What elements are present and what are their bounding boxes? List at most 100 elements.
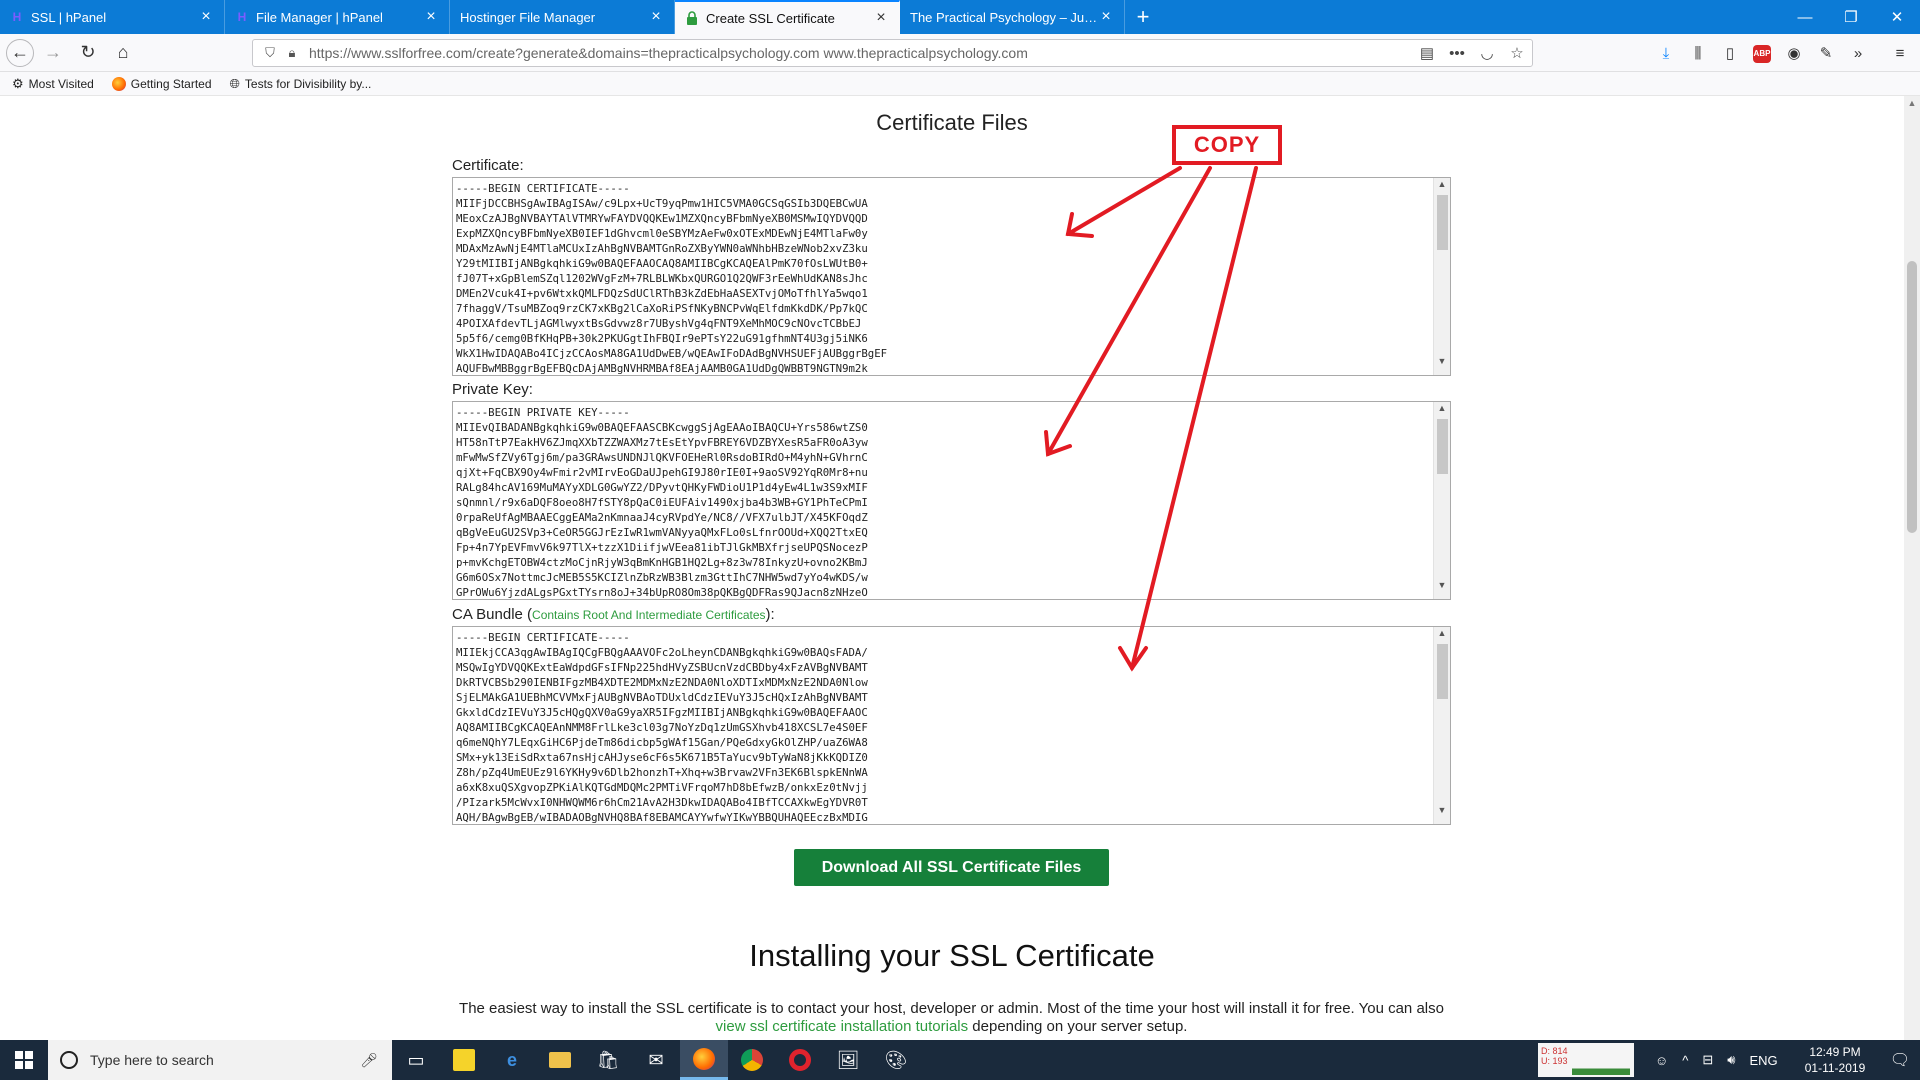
scroll-down-icon[interactable]: ▼ (1434, 580, 1450, 590)
tutorials-link[interactable]: view ssl certificate installation tutori… (716, 1018, 969, 1035)
tab-title: Hostinger File Manager (460, 9, 596, 25)
language-indicator[interactable]: ENG (1750, 1053, 1778, 1068)
textarea-scrollbar[interactable]: ▲ ▼ (1433, 627, 1450, 824)
search-placeholder: Type here to search (90, 1052, 214, 1068)
tab-file-manager-hpanel[interactable]: H File Manager | hPanel × (225, 0, 450, 34)
bookmark-tests-divisibility[interactable]: 🌐︎ Tests for Divisibility by... (230, 76, 372, 92)
reader-view-icon[interactable]: ▤ (1412, 44, 1442, 62)
close-icon[interactable]: × (423, 8, 439, 26)
window-controls: — ❐ ✕ (1782, 0, 1920, 34)
scrollbar-thumb[interactable] (1907, 261, 1917, 533)
sticky-notes-icon[interactable] (440, 1040, 488, 1080)
eyedropper-icon[interactable]: ✎ (1810, 44, 1842, 62)
network-meter: D: 814 U: 193 (1538, 1043, 1634, 1077)
private-key-text[interactable]: -----BEGIN PRIVATE KEY----- MIIEvQIBADAN… (453, 402, 1433, 599)
microphone-icon[interactable]: 🎤︎ (360, 1052, 378, 1069)
ca-bundle-textarea[interactable]: -----BEGIN CERTIFICATE----- MIIEkjCCA3qg… (452, 626, 1451, 825)
volume-icon[interactable]: 🔊︎ (1727, 1052, 1735, 1068)
tab-title: File Manager | hPanel (256, 9, 383, 25)
ca-bundle-text[interactable]: -----BEGIN CERTIFICATE----- MIIEkjCCA3qg… (453, 627, 1433, 824)
certificate-label: Certificate: (452, 157, 524, 174)
close-window-button[interactable]: ✕ (1874, 0, 1920, 34)
scroll-up-icon[interactable]: ▲ (1434, 179, 1450, 189)
scroll-up-icon[interactable]: ▲ (1904, 98, 1920, 108)
file-explorer-icon[interactable] (536, 1040, 584, 1080)
chrome-icon[interactable] (728, 1040, 776, 1080)
adblock-icon[interactable]: ABP (1746, 43, 1778, 63)
home-button[interactable]: ⌂ (107, 38, 139, 68)
tab-practical-psychology[interactable]: The Practical Psychology – Just and × (900, 0, 1125, 34)
firefox-taskbar-icon[interactable] (680, 1040, 728, 1080)
sidebar-icon[interactable]: ▯ (1714, 44, 1746, 62)
download-all-button[interactable]: Download All SSL Certificate Files (794, 849, 1109, 886)
lock-icon (685, 11, 699, 25)
page-content: Certificate Files Certificate: -----BEGI… (0, 96, 1904, 1040)
tab-title: SSL | hPanel (31, 9, 107, 25)
restore-button[interactable]: ❐ (1828, 0, 1874, 34)
copy-annotation: COPY (1172, 125, 1282, 165)
tab-hostinger-file-manager[interactable]: Hostinger File Manager × (450, 0, 675, 34)
shield-icon[interactable]: ⛉ (259, 45, 281, 61)
people-icon[interactable]: ☺ (1655, 1053, 1668, 1068)
url-bar[interactable]: ⛉ 🔒︎ https://www.sslforfree.com/create?g… (252, 39, 1533, 67)
minimize-button[interactable]: — (1782, 0, 1828, 34)
scroll-down-icon[interactable]: ▼ (1434, 805, 1450, 815)
page-scrollbar[interactable]: ▲ (1904, 96, 1920, 1040)
private-key-textarea[interactable]: -----BEGIN PRIVATE KEY----- MIIEvQIBADAN… (452, 401, 1451, 600)
toolbar-right: ⤓ ⫼ ▯ ABP ◉ ✎ » ≡ (1650, 34, 1916, 72)
download-icon[interactable]: ⤓ (1650, 45, 1682, 62)
chevron-up-icon[interactable]: ^ (1682, 1053, 1688, 1068)
mail-icon[interactable]: ✉ (632, 1040, 680, 1080)
pocket-icon[interactable]: ◡ (1472, 44, 1502, 62)
edge-icon[interactable]: e (488, 1040, 536, 1080)
clock-time: 12:49 PM (1809, 1045, 1861, 1059)
url-text[interactable]: https://www.sslforfree.com/create?genera… (303, 45, 1412, 61)
bookmark-most-visited[interactable]: ⚙ Most Visited (12, 76, 94, 92)
menu-icon[interactable]: ≡ (1884, 45, 1916, 62)
ca-bundle-label-end: ): (765, 606, 775, 623)
reload-button[interactable]: ↻ (72, 38, 104, 68)
paint-icon[interactable]: 🎨︎ (872, 1040, 920, 1080)
certificate-textarea[interactable]: -----BEGIN CERTIFICATE----- MIIFjDCCBHSg… (452, 177, 1451, 376)
close-icon[interactable]: × (1098, 8, 1114, 26)
bookmark-label: Getting Started (130, 76, 212, 91)
bookmark-label: Most Visited (28, 76, 94, 91)
taskbar-search[interactable]: Type here to search 🎤︎ (48, 1040, 392, 1080)
scroll-down-icon[interactable]: ▼ (1434, 356, 1450, 366)
bookmark-getting-started[interactable]: Getting Started (111, 76, 212, 91)
store-icon[interactable]: 🛍︎ (584, 1040, 632, 1080)
ca-bundle-note: Contains Root And Intermediate Certifica… (532, 608, 766, 622)
library-icon[interactable]: ⫼ (1682, 45, 1714, 62)
account-icon[interactable]: ◉ (1778, 44, 1810, 62)
install-text-before: The easiest way to install the SSL certi… (459, 1000, 1444, 1017)
forward-button[interactable]: → (37, 38, 69, 68)
close-icon[interactable]: × (648, 8, 664, 26)
windows-start-button[interactable] (0, 1040, 48, 1080)
new-tab-button[interactable]: + (1125, 0, 1161, 34)
lock-icon[interactable]: 🔒︎ (281, 45, 303, 61)
clock[interactable]: 12:49 PM 01-11-2019 (1800, 1044, 1870, 1076)
close-icon[interactable]: × (198, 8, 214, 26)
tab-title: The Practical Psychology – Just and (910, 9, 1098, 25)
task-view-icon[interactable]: ▭ (392, 1040, 440, 1080)
hpanel-icon: H (12, 10, 22, 24)
textarea-scrollbar[interactable]: ▲ ▼ (1433, 178, 1450, 375)
tab-ssl-hpanel[interactable]: H SSL | hPanel × (0, 0, 225, 34)
network-icon[interactable]: ⊟ (1702, 1052, 1713, 1068)
certificate-text[interactable]: -----BEGIN CERTIFICATE----- MIIFjDCCBHSg… (453, 178, 1433, 375)
opera-icon[interactable] (776, 1040, 824, 1080)
cortana-icon (60, 1051, 78, 1069)
tab-create-ssl-certificate[interactable]: Create SSL Certificate × (675, 0, 900, 34)
scroll-up-icon[interactable]: ▲ (1434, 628, 1450, 638)
overflow-icon[interactable]: » (1842, 45, 1874, 62)
close-icon[interactable]: × (873, 9, 889, 27)
back-button[interactable]: ← (6, 38, 34, 67)
tab-bar: H SSL | hPanel × H File Manager | hPanel… (0, 0, 1920, 34)
navigation-bar: ← → ↻ ⌂ ⛉ 🔒︎ https://www.sslforfree.com/… (0, 34, 1920, 72)
textarea-scrollbar[interactable]: ▲ ▼ (1433, 402, 1450, 599)
photos-icon[interactable]: 🖼︎ (824, 1040, 872, 1080)
notifications-icon[interactable]: 🗨︎ (1880, 1040, 1920, 1080)
bookmark-star-icon[interactable]: ☆ (1502, 44, 1532, 62)
scroll-up-icon[interactable]: ▲ (1434, 403, 1450, 413)
page-actions-icon[interactable]: ••• (1442, 45, 1472, 62)
